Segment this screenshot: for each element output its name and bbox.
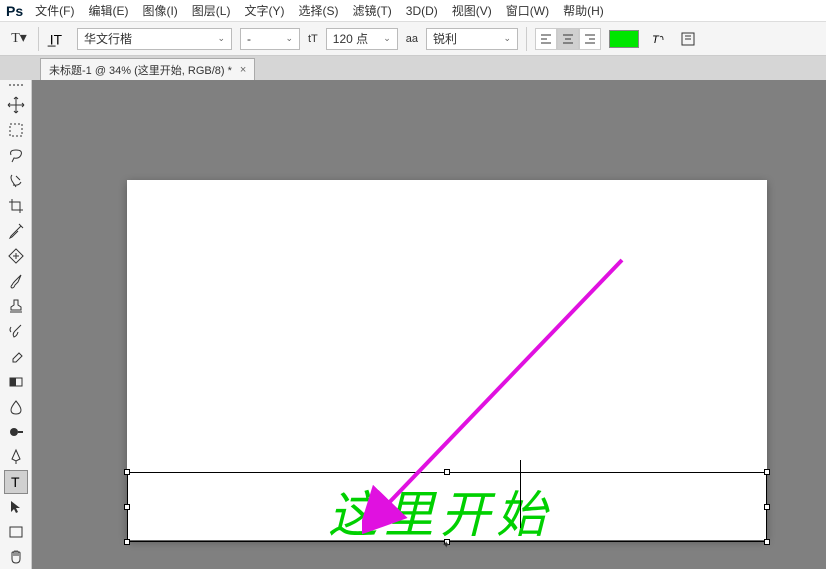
type-tool-indicator[interactable]: T▾ — [8, 28, 30, 50]
pen-tool[interactable] — [4, 445, 28, 468]
menu-window[interactable]: 窗口(W) — [506, 2, 549, 19]
handle-bot-left[interactable] — [124, 539, 130, 545]
chevron-down-icon: ⌄ — [285, 33, 293, 44]
menubar: Ps 文件(F) 编辑(E) 图像(I) 图层(L) 文字(Y) 选择(S) 滤… — [0, 0, 826, 22]
antialias-dropdown[interactable]: 锐利 ⌄ — [426, 28, 518, 50]
document-tab[interactable]: 未标题-1 @ 34% (这里开始, RGB/8) * × — [40, 58, 255, 80]
handle-mid-left[interactable] — [124, 504, 130, 510]
handle-top-left[interactable] — [124, 469, 130, 475]
warp-text-button[interactable]: T — [647, 28, 669, 50]
font-style-value: - — [247, 32, 251, 46]
menu-image[interactable]: 图像(I) — [142, 2, 177, 19]
align-left-button[interactable] — [535, 28, 557, 50]
move-tool[interactable] — [4, 94, 28, 117]
menu-select[interactable]: 选择(S) — [298, 2, 338, 19]
svg-text:T: T — [652, 34, 660, 46]
divider — [38, 27, 39, 51]
font-family-dropdown[interactable]: 华文行楷 ⌄ — [77, 28, 232, 50]
lasso-tool[interactable] — [4, 144, 28, 167]
menu-edit[interactable]: 编辑(E) — [88, 2, 128, 19]
text-align-group — [535, 28, 601, 50]
handle-mid-right[interactable] — [764, 504, 770, 510]
chevron-down-icon: ⌄ — [503, 33, 511, 44]
menu-file[interactable]: 文件(F) — [35, 2, 74, 19]
menu-help[interactable]: 帮助(H) — [563, 2, 604, 19]
blur-tool[interactable] — [4, 395, 28, 418]
font-size-dropdown[interactable]: 120 点 ⌄ — [326, 28, 398, 50]
toolbar: T — [0, 80, 32, 569]
quick-select-tool[interactable] — [4, 169, 28, 192]
divider — [526, 27, 527, 51]
font-family-value: 华文行楷 — [84, 30, 132, 47]
antialias-value: 锐利 — [433, 30, 457, 47]
menu-text[interactable]: 文字(Y) — [244, 2, 284, 19]
stamp-tool[interactable] — [4, 295, 28, 318]
document-tabbar: 未标题-1 @ 34% (这里开始, RGB/8) * × — [0, 56, 826, 80]
marquee-tool[interactable] — [4, 119, 28, 142]
font-size-value: 120 点 — [333, 30, 368, 47]
font-size-icon: tT — [308, 33, 318, 45]
chevron-down-icon: ⌄ — [217, 33, 225, 44]
menu-view[interactable]: 视图(V) — [452, 2, 492, 19]
character-panel-button[interactable] — [677, 28, 699, 50]
align-center-button[interactable] — [557, 28, 579, 50]
eraser-tool[interactable] — [4, 345, 28, 368]
svg-text:I̲T: I̲T — [47, 32, 63, 47]
toolbar-grip[interactable] — [6, 84, 26, 90]
menu-layer[interactable]: 图层(L) — [192, 2, 231, 19]
handle-top-right[interactable] — [764, 469, 770, 475]
gradient-tool[interactable] — [4, 370, 28, 393]
options-bar: T▾ I̲T 华文行楷 ⌄ - ⌄ tT 120 点 ⌄ aa 锐利 ⌄ T — [0, 22, 826, 56]
type-tool[interactable]: T — [4, 470, 28, 493]
canvas-area[interactable]: ✦ 这里开始 — [32, 80, 826, 569]
font-style-dropdown[interactable]: - ⌄ — [240, 28, 300, 50]
path-select-tool[interactable] — [4, 496, 28, 519]
crop-tool[interactable] — [4, 194, 28, 217]
healing-tool[interactable] — [4, 244, 28, 267]
handle-bot-right[interactable] — [764, 539, 770, 545]
brush-tool[interactable] — [4, 270, 28, 293]
chevron-down-icon: ⌄ — [383, 33, 391, 44]
menu-filter[interactable]: 滤镜(T) — [352, 2, 391, 19]
menu-3d[interactable]: 3D(D) — [406, 4, 438, 18]
close-icon[interactable]: × — [240, 64, 246, 76]
shape-tool[interactable] — [4, 521, 28, 544]
history-brush-tool[interactable] — [4, 320, 28, 343]
tab-label: 未标题-1 @ 34% (这里开始, RGB/8) * — [49, 62, 232, 78]
align-right-button[interactable] — [579, 28, 601, 50]
ps-logo: Ps — [6, 3, 23, 19]
dodge-tool[interactable] — [4, 420, 28, 443]
hand-tool[interactable] — [4, 546, 28, 569]
annotation-arrow-icon — [362, 250, 652, 540]
eyedropper-tool[interactable] — [4, 219, 28, 242]
text-orientation-toggle[interactable]: I̲T — [47, 28, 69, 50]
text-color-swatch[interactable] — [609, 30, 639, 48]
svg-text:T: T — [11, 474, 20, 490]
antialias-icon: aa — [406, 33, 418, 45]
